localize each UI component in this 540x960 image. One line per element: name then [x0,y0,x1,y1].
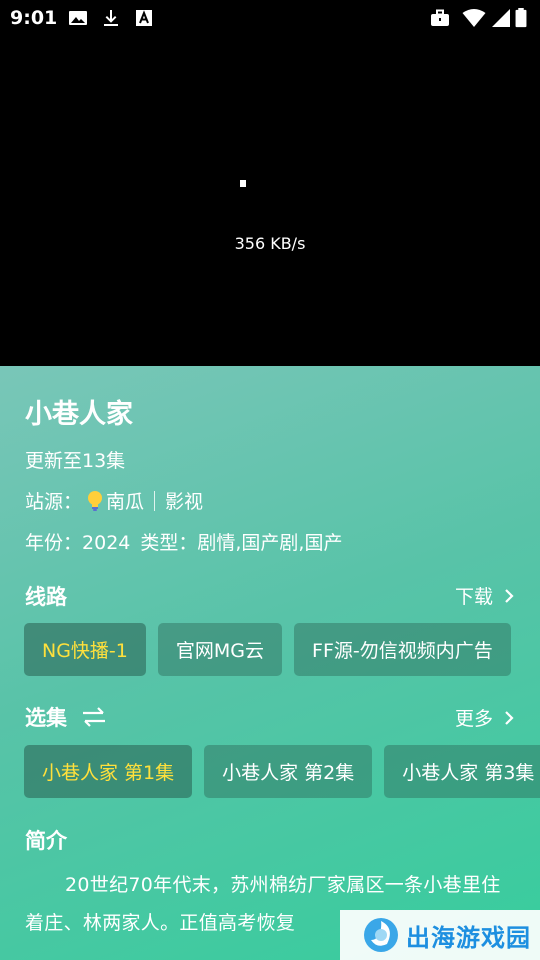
intro-title-text: 简介 [25,829,67,853]
briefcase-icon [431,9,449,26]
route-chip[interactable]: FF源-勿信视频内广告 [294,623,511,676]
status-time: 9:01 [10,7,58,29]
battery-icon [515,8,527,28]
signal-icon [492,9,510,27]
network-speed: 356 KB/s [234,234,306,253]
more-label: 更多 [454,708,493,730]
watermark: 出海游戏园 [340,910,540,960]
source-extra[interactable]: 影视 [165,487,203,514]
lightbulb-icon [88,490,103,511]
intro-title: 简介 [25,825,67,855]
routes-title-text: 线路 [25,585,67,609]
episodes-title-text: 选集 [25,706,67,730]
watermark-logo-icon [364,918,398,952]
type-label: 类型： [140,532,198,554]
divider [154,490,156,511]
source-name[interactable]: 南瓜 [106,487,144,514]
route-chip[interactable]: 官网MG云 [157,623,283,676]
routes-title: 线路 [25,581,67,611]
image-icon [69,11,87,25]
video-title: 小巷人家 [25,399,133,430]
chevron-right-icon [505,710,514,725]
year-label: 年份： [25,532,83,554]
year-type-row: 年份：2024 类型：剧情,国产剧,国产 [25,528,342,555]
detail-panel: 小巷人家 更新至13集 站源： 南瓜 影视 年份：2024 类型：剧情,国产剧,国… [0,366,540,960]
source-row: 站源： 南瓜 影视 [25,487,203,514]
status-bar: 9:01 [0,0,540,36]
video-player[interactable]: 356 KB/s [0,36,540,366]
swap-order-icon[interactable] [81,706,107,728]
episodes-list: 小巷人家 第1集 小巷人家 第2集 小巷人家 第3集 [24,745,540,798]
more-episodes-button[interactable]: 更多 [455,704,515,731]
source-label: 站源： [25,491,83,513]
download-button[interactable]: 下载 [455,582,515,609]
update-status: 更新至13集 [25,450,126,472]
wifi-icon [462,9,486,27]
year-value: 2024 [82,532,131,554]
episodes-title: 选集 [25,702,107,732]
chevron-right-icon [505,588,514,603]
download-label: 下载 [454,586,493,608]
episode-chip[interactable]: 小巷人家 第3集 [384,745,540,798]
text-a-icon [136,10,152,26]
loading-indicator [240,180,246,187]
routes-list: NG快播-1 官网MG云 FF源-勿信视频内广告 [24,623,511,676]
route-chip[interactable]: NG快播-1 [24,623,146,676]
download-icon [104,10,118,26]
watermark-text: 出海游戏园 [406,923,531,952]
episode-chip[interactable]: 小巷人家 第2集 [204,745,373,798]
type-value: 剧情,国产剧,国产 [197,532,343,554]
episode-chip[interactable]: 小巷人家 第1集 [24,745,193,798]
